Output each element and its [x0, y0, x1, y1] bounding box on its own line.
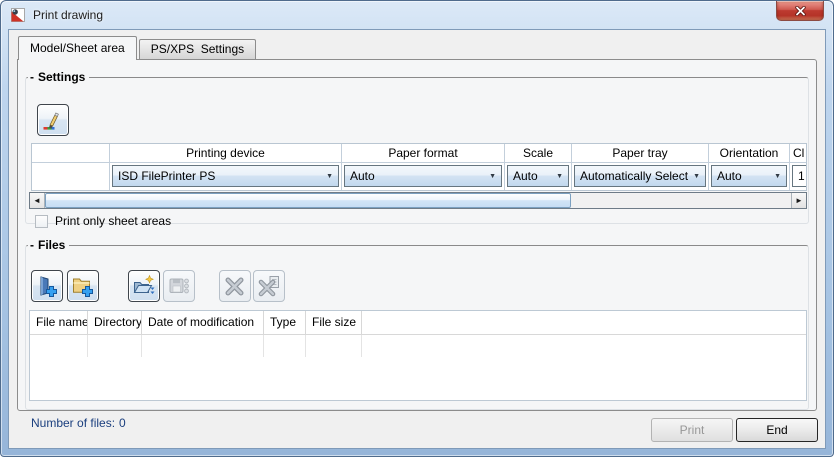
files-col-file-name[interactable]: File name: [30, 311, 88, 335]
settings-col-scale: Scale: [505, 144, 572, 163]
settings-table-row: ISD FilePrinter PS ▼ Auto ▼ Auto ▼ Autom…: [32, 163, 806, 190]
add-folder-icon: [71, 274, 95, 298]
files-group-legend: - Files: [28, 238, 69, 252]
files-table-empty-row: [30, 335, 806, 357]
copies-field[interactable]: 1: [792, 165, 806, 187]
titlebar[interactable]: Print drawing: [1, 1, 833, 29]
paper-tray-select[interactable]: Automatically Select ▼: [574, 165, 706, 187]
chevron-down-icon: ▼: [774, 172, 781, 180]
printing-device-value: ISD FilePrinter PS: [118, 169, 216, 183]
close-icon: [794, 5, 807, 16]
files-count-label: Number of files:: [31, 416, 116, 430]
files-table-header-row: File name Directory Date of modification…: [30, 311, 806, 335]
scale-select[interactable]: Auto ▼: [507, 165, 569, 187]
chevron-down-icon: ▼: [326, 172, 333, 180]
remove-file-icon: [223, 274, 247, 298]
save-file-list-button[interactable]: [163, 270, 195, 302]
printing-device-select[interactable]: ISD FilePrinter PS ▼: [112, 165, 339, 187]
files-col-file-size[interactable]: File size: [306, 311, 362, 335]
settings-group: - Settings Printing device Paper format …: [25, 70, 809, 228]
tab-strip: Model/Sheet area PS/XPS Settings: [18, 36, 258, 60]
edit-settings-button[interactable]: [37, 104, 69, 136]
settings-rowheader-cell: [32, 163, 110, 190]
collapse-toggle-icon[interactable]: -: [30, 238, 34, 252]
tab-page-model-sheet-area: - Settings Printing device Paper format …: [17, 59, 817, 411]
settings-col-clipped: Cl: [790, 144, 806, 163]
orientation-value: Auto: [717, 169, 742, 183]
print-drawing-dialog: Print drawing Model/Sheet area PS/XPS Se…: [0, 0, 834, 457]
files-col-filler: [362, 311, 806, 335]
scroll-right-icon: ►: [795, 196, 803, 205]
print-only-sheet-areas-row: Print only sheet areas: [35, 214, 171, 228]
scale-value: Auto: [513, 169, 538, 183]
chevron-down-icon: ▼: [693, 172, 700, 180]
print-button[interactable]: Print: [651, 418, 733, 442]
settings-col-paper-tray: Paper tray: [572, 144, 709, 163]
paper-format-select[interactable]: Auto ▼: [344, 165, 502, 187]
chevron-down-icon: ▼: [556, 172, 563, 180]
files-col-directory[interactable]: Directory: [88, 311, 142, 335]
dialog-client-area: Model/Sheet area PS/XPS Settings - Settin…: [8, 29, 826, 449]
orientation-select[interactable]: Auto ▼: [711, 165, 787, 187]
remove-all-files-icon: [257, 274, 281, 298]
remove-file-button[interactable]: [219, 270, 251, 302]
settings-col-orientation: Orientation: [709, 144, 790, 163]
files-col-type[interactable]: Type: [264, 311, 306, 335]
print-only-sheet-areas-label: Print only sheet areas: [55, 214, 172, 228]
files-col-date-of-modification[interactable]: Date of modification: [142, 311, 264, 335]
settings-table-header-row: Printing device Paper format Scale Paper…: [32, 144, 806, 163]
files-group: - Files File name Directory Date of modi…: [25, 238, 809, 410]
print-only-sheet-areas-checkbox[interactable]: [35, 214, 48, 228]
scroll-left-button[interactable]: ◄: [30, 193, 45, 208]
chevron-down-icon: ▼: [489, 172, 496, 180]
load-file-list-icon: [132, 274, 156, 298]
end-button[interactable]: End: [736, 418, 818, 442]
settings-group-legend: - Settings: [28, 70, 89, 84]
load-file-list-button[interactable]: [128, 270, 160, 302]
files-count-status: Number of files: 0: [31, 416, 126, 430]
paper-tray-value: Automatically Select: [580, 169, 689, 183]
add-folder-button[interactable]: [67, 270, 99, 302]
app-icon: [10, 7, 26, 23]
settings-col-printing-device: Printing device: [110, 144, 342, 163]
settings-group-label: Settings: [38, 70, 86, 84]
collapse-toggle-icon[interactable]: -: [30, 70, 34, 84]
scrollbar-track[interactable]: [45, 193, 791, 208]
settings-col-paper-format: Paper format: [342, 144, 505, 163]
tab-ps-xps-settings[interactable]: PS/XPS Settings: [138, 39, 257, 59]
settings-horizontal-scrollbar: ◄ ►: [29, 192, 807, 209]
close-button[interactable]: [776, 1, 824, 21]
remove-all-files-button[interactable]: [253, 270, 285, 302]
save-file-list-icon: [167, 274, 191, 298]
files-group-label: Files: [38, 238, 66, 252]
scroll-left-icon: ◄: [33, 196, 41, 205]
paper-format-value: Auto: [350, 169, 375, 183]
window-title: Print drawing: [33, 8, 104, 22]
pencil-icon: [41, 108, 65, 132]
settings-col-rowheader: [32, 144, 110, 163]
tab-model-sheet-area[interactable]: Model/Sheet area: [18, 36, 137, 60]
files-table: File name Directory Date of modification…: [29, 310, 807, 401]
scrollbar-thumb[interactable]: [45, 193, 571, 208]
add-file-icon: [35, 274, 59, 298]
print-settings-table: Printing device Paper format Scale Paper…: [31, 143, 807, 191]
add-file-button[interactable]: [31, 270, 63, 302]
scroll-right-button[interactable]: ►: [791, 193, 806, 208]
files-count-value: 0: [119, 416, 126, 430]
